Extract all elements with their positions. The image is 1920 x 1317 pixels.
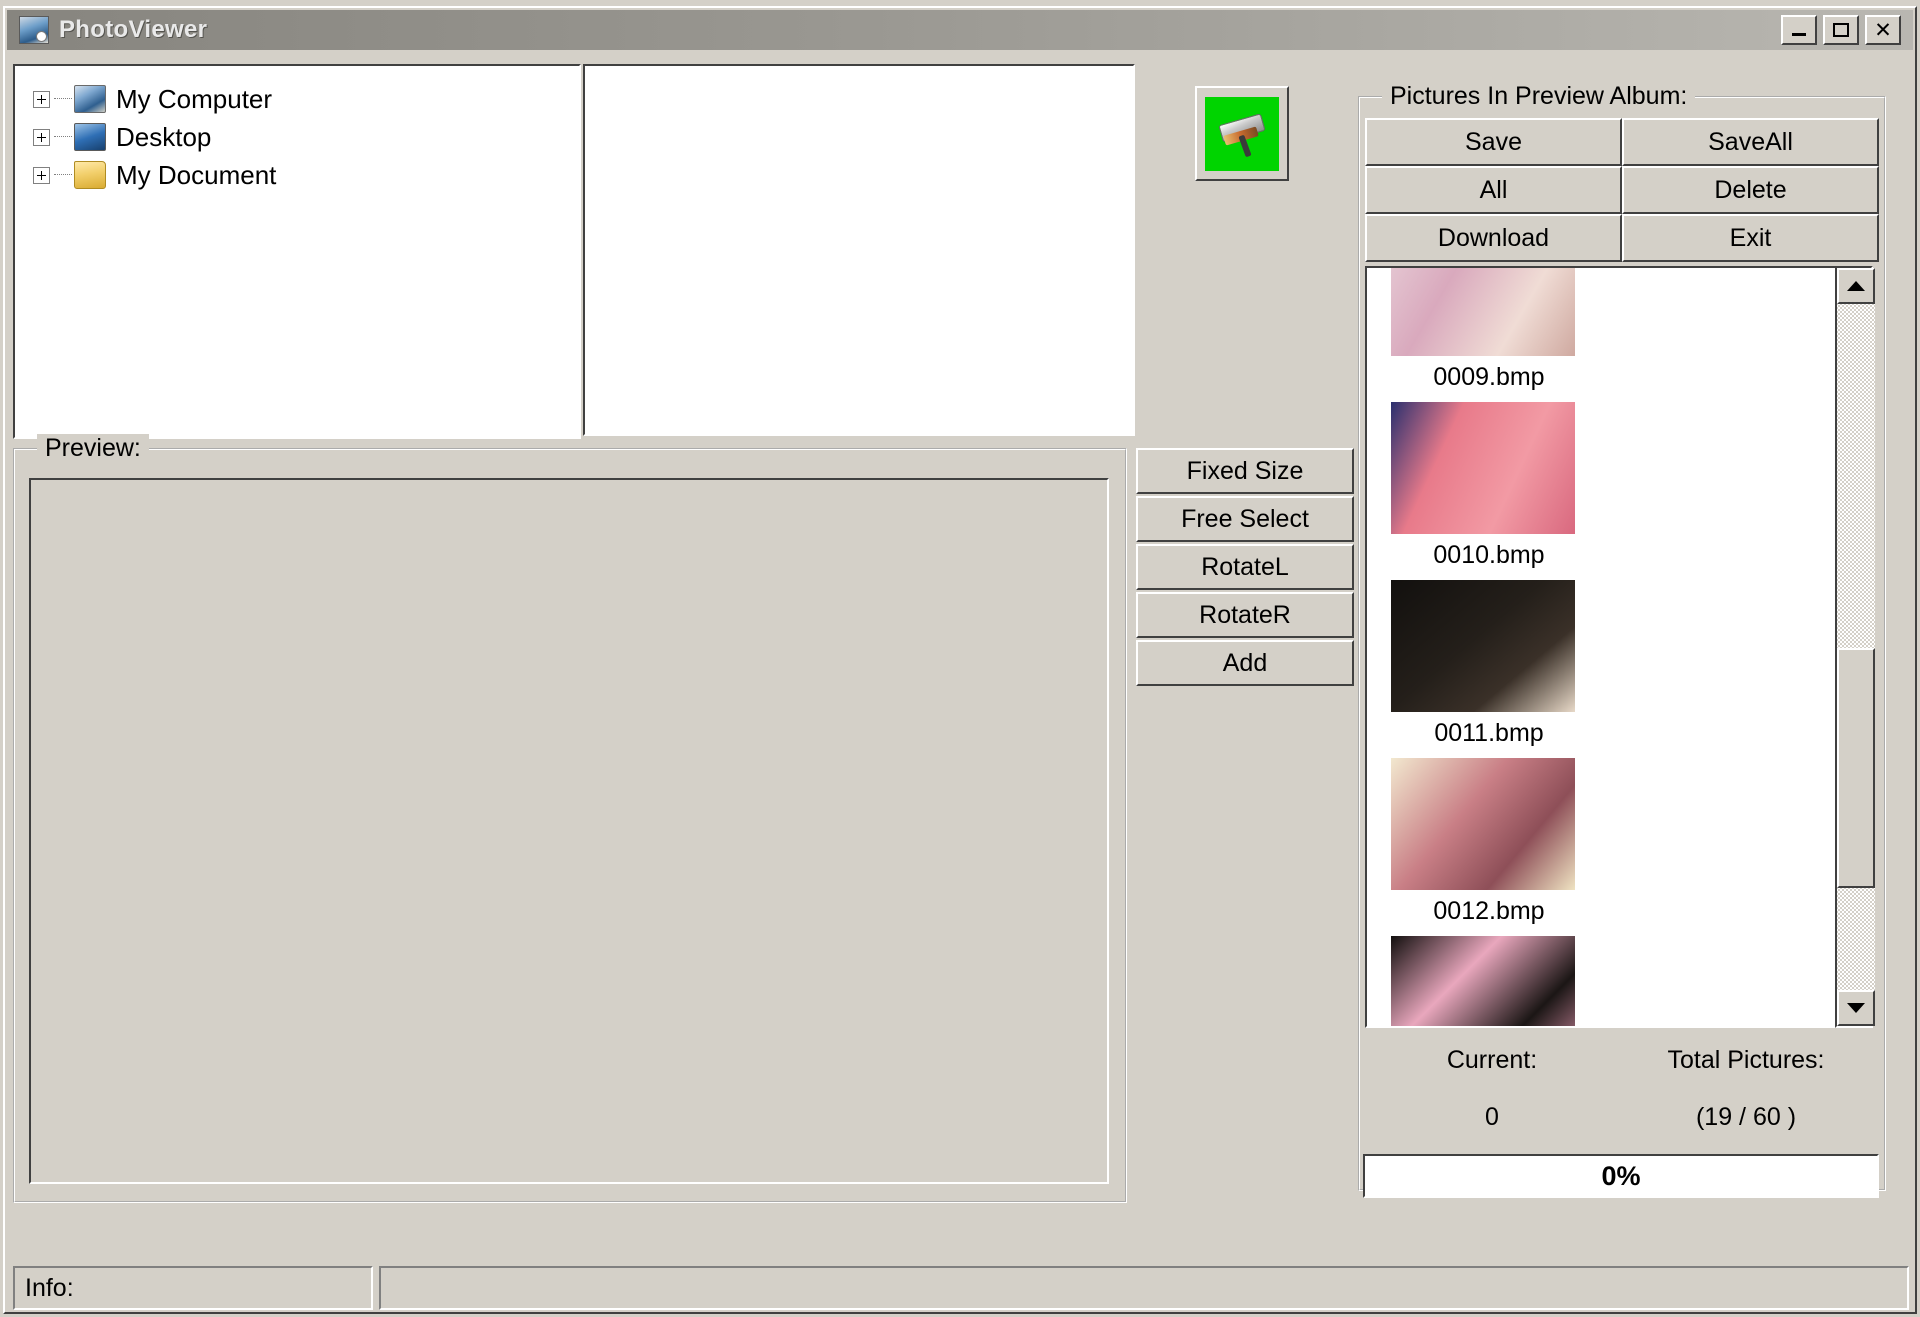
scroll-up-button[interactable] [1837, 268, 1875, 304]
window-title: PhotoViewer [59, 16, 208, 43]
exit-button[interactable]: Exit [1622, 214, 1879, 262]
preview-legend: Preview: [37, 434, 149, 463]
expander-icon[interactable] [33, 128, 50, 146]
thumbnail-caption: 0012.bmp [1433, 897, 1545, 925]
tree-connector [54, 136, 72, 138]
progress-label: 0% [1601, 1160, 1641, 1191]
save-all-button[interactable]: SaveAll [1622, 118, 1879, 166]
status-info-pane: Info: [13, 1266, 373, 1310]
save-button[interactable]: Save [1365, 118, 1622, 166]
progress-bar: 0% [1363, 1154, 1879, 1198]
scroll-down-button[interactable] [1837, 990, 1875, 1026]
thumbnail-caption: 0011.bmp [1434, 719, 1544, 747]
status-bar: Info: [13, 1266, 1909, 1310]
tree-item-my-document[interactable]: My Document [33, 156, 579, 194]
tree-connector [54, 174, 72, 176]
counter-values: 0 (19 / 60 ) [1365, 1103, 1873, 1132]
folder-tree: My Computer Desktop My Document [15, 66, 579, 194]
counter-labels: Current: Total Pictures: [1365, 1046, 1873, 1075]
desktop-icon [74, 123, 106, 151]
album-legend: Pictures In Preview Album: [1382, 82, 1696, 111]
tree-item-my-computer[interactable]: My Computer [33, 80, 579, 118]
download-button[interactable]: Download [1365, 214, 1622, 262]
tree-item-label: My Computer [116, 83, 273, 114]
rotate-right-button[interactable]: RotateR [1136, 592, 1354, 638]
thumbnail-item[interactable]: 0010.bmp [1391, 402, 1587, 576]
thumbnail-list[interactable]: 0009.bmp 0010.bmp 0011.bmp 0012.bmp 0013.bmp… [1365, 266, 1873, 1028]
folder-tree-panel[interactable]: My Computer Desktop My Document [13, 64, 581, 439]
fixed-size-button[interactable]: Fixed Size [1136, 448, 1354, 494]
current-label: Current: [1446, 1046, 1538, 1074]
paint-tool-button[interactable] [1195, 86, 1289, 181]
window-controls: ✕ [1781, 15, 1901, 45]
total-pictures-value: (19 / 60 ) [1695, 1103, 1797, 1131]
thumbnail-image[interactable] [1391, 268, 1575, 356]
maximize-button[interactable] [1823, 15, 1859, 45]
thumbnail-caption: 0009.bmp [1433, 363, 1545, 391]
all-button[interactable]: All [1365, 166, 1622, 214]
expander-icon[interactable] [33, 90, 50, 108]
computer-icon [74, 85, 106, 113]
add-button[interactable]: Add [1136, 640, 1354, 686]
tree-connector [54, 98, 72, 100]
thumbnail-item[interactable]: 0013.bmp [1391, 936, 1587, 1026]
album-button-group: Save SaveAll All Delete Download Exit [1365, 118, 1880, 262]
tree-item-label: Desktop [116, 121, 212, 152]
application-window: PhotoViewer ✕ My Computer Desktop My Doc… [0, 0, 1920, 1317]
paint-roller-icon [1205, 96, 1279, 171]
tree-item-label: My Document [116, 159, 277, 190]
total-pictures-label: Total Pictures: [1667, 1046, 1825, 1074]
thumbnail-image[interactable] [1391, 758, 1575, 890]
thumbnail-image[interactable] [1391, 936, 1575, 1026]
minimize-button[interactable] [1781, 15, 1817, 45]
thumbnail-item[interactable]: 0012.bmp [1391, 758, 1587, 932]
preview-group: Preview: [13, 434, 1127, 1203]
tool-button-group: Fixed Size Free Select RotateL RotateR A… [1136, 448, 1354, 688]
photo-icon [19, 16, 49, 44]
tree-item-desktop[interactable]: Desktop [33, 118, 579, 156]
file-list-panel[interactable] [583, 64, 1135, 436]
thumbnail-scrollbar[interactable] [1835, 266, 1875, 1028]
preview-area[interactable] [29, 478, 1109, 1184]
rotate-left-button[interactable]: RotateL [1136, 544, 1354, 590]
folder-icon [74, 161, 106, 189]
delete-button[interactable]: Delete [1622, 166, 1879, 214]
current-value: 0 [1485, 1103, 1499, 1131]
scrollbar-thumb[interactable] [1837, 648, 1875, 888]
window-frame: PhotoViewer ✕ My Computer Desktop My Doc… [3, 6, 1917, 1314]
thumbnail-item[interactable]: 0009.bmp [1391, 268, 1587, 398]
title-bar[interactable]: PhotoViewer ✕ [7, 10, 1913, 50]
expander-icon[interactable] [33, 166, 50, 184]
thumbnail-image[interactable] [1391, 402, 1575, 534]
thumbnail-caption: 0010.bmp [1433, 541, 1545, 569]
thumbnail-item[interactable]: 0011.bmp [1391, 580, 1587, 754]
thumbnail-image[interactable] [1391, 580, 1575, 712]
close-button[interactable]: ✕ [1865, 15, 1901, 45]
free-select-button[interactable]: Free Select [1136, 496, 1354, 542]
status-second-pane [379, 1266, 1909, 1310]
